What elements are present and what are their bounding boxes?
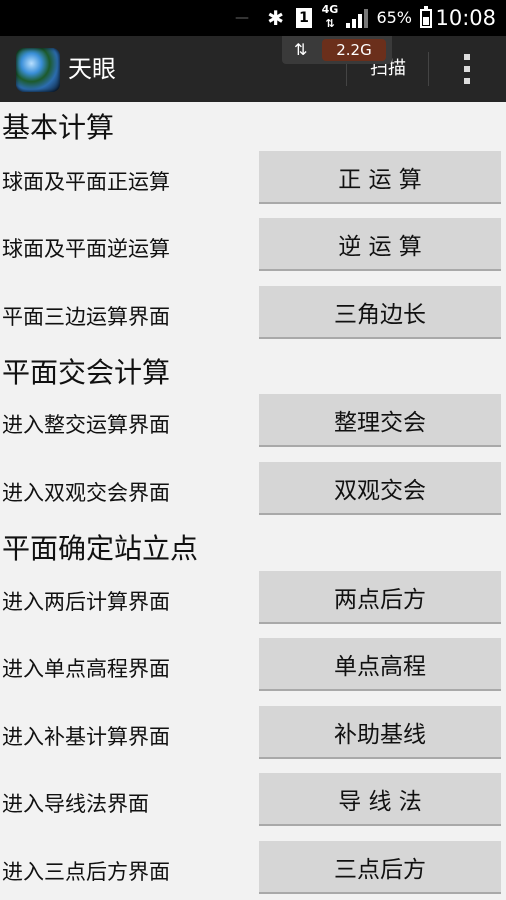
action-bar: 天眼 扫描 [0,36,506,102]
row-label: 进入双观交会界面 [2,481,170,505]
row-label: 进入补基计算界面 [2,725,170,749]
app-title: 天眼 [68,55,116,83]
overflow-menu-icon[interactable] [452,36,482,102]
row-label: 进入导线法界面 [2,792,149,816]
row-label: 进入单点高程界面 [2,657,170,681]
intersection-button[interactable]: 整理交会 [259,394,501,447]
two-point-resection-button[interactable]: 两点后方 [259,571,501,624]
battery-icon [420,6,432,28]
earth-logo-icon[interactable] [16,48,60,92]
single-point-elevation-button[interactable]: 单点高程 [259,638,501,691]
row-label: 进入三点后方界面 [2,860,170,884]
row-label: 球面及平面逆运算 [2,237,170,261]
section-title: 平面交会计算 [2,356,171,389]
row-label: 平面三边运算界面 [2,305,170,329]
clock: 10:08 [435,6,496,30]
network-speed-overlay: ⇅ 2.2G [282,36,392,64]
dual-view-intersection-button[interactable]: 双观交会 [259,462,501,515]
battery-percent: 65% [376,8,412,27]
divider [428,52,429,86]
auxiliary-baseline-button[interactable]: 补助基线 [259,706,501,759]
inverse-calc-button[interactable]: 逆 运 算 [259,218,501,271]
row-label: 球面及平面正运算 [2,170,170,194]
section-title: 平面确定站立点 [2,532,199,565]
sim-icon: 1 [296,8,312,28]
signal-icon [346,9,370,28]
row-label: 进入整交运算界面 [2,413,170,437]
bluetooth-icon: ✱ [267,6,284,30]
three-point-resection-button[interactable]: 三点后方 [259,841,501,894]
row-label: 进入两后计算界面 [2,590,170,614]
status-bar: — ✱ 1 4G ⇅ 65% 10:08 [0,0,506,36]
forward-calc-button[interactable]: 正 运 算 [259,151,501,204]
triangle-sides-button[interactable]: 三角边长 [259,286,501,339]
network-4g-icon: 4G ⇅ [321,3,339,30]
section-title: 基本计算 [2,111,115,144]
speed-value: 2.2G [322,39,386,61]
minus-icon: — [235,10,249,26]
data-transfer-icon: ⇅ [294,40,308,59]
traverse-method-button[interactable]: 导 线 法 [259,773,501,826]
